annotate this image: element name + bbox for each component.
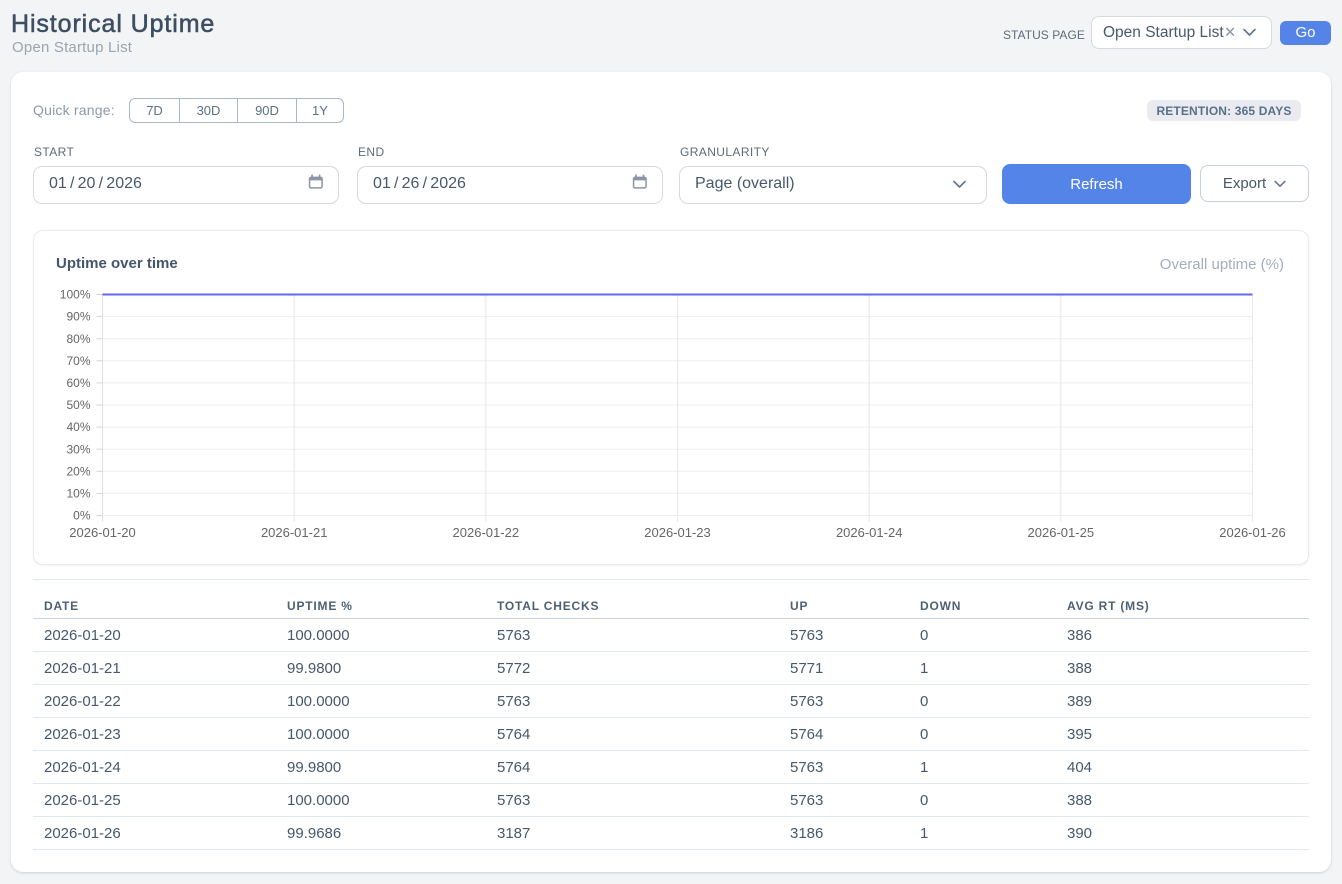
svg-text:2026-01-24: 2026-01-24 — [836, 525, 903, 540]
svg-text:100%: 100% — [60, 288, 91, 302]
svg-text:90%: 90% — [66, 310, 90, 324]
svg-text:2026-01-25: 2026-01-25 — [1028, 525, 1095, 540]
svg-text:80%: 80% — [66, 332, 90, 346]
svg-text:2026-01-21: 2026-01-21 — [261, 525, 328, 540]
svg-text:2026-01-20: 2026-01-20 — [69, 525, 136, 540]
svg-text:2026-01-22: 2026-01-22 — [453, 525, 520, 540]
svg-text:0%: 0% — [73, 509, 91, 523]
svg-text:2026-01-26: 2026-01-26 — [1219, 525, 1286, 540]
svg-text:30%: 30% — [66, 442, 90, 456]
svg-text:20%: 20% — [66, 464, 90, 478]
svg-text:70%: 70% — [66, 354, 90, 368]
svg-text:2026-01-23: 2026-01-23 — [644, 525, 711, 540]
svg-text:60%: 60% — [66, 376, 90, 390]
svg-text:40%: 40% — [66, 420, 90, 434]
svg-text:10%: 10% — [66, 487, 90, 501]
svg-text:50%: 50% — [66, 398, 90, 412]
